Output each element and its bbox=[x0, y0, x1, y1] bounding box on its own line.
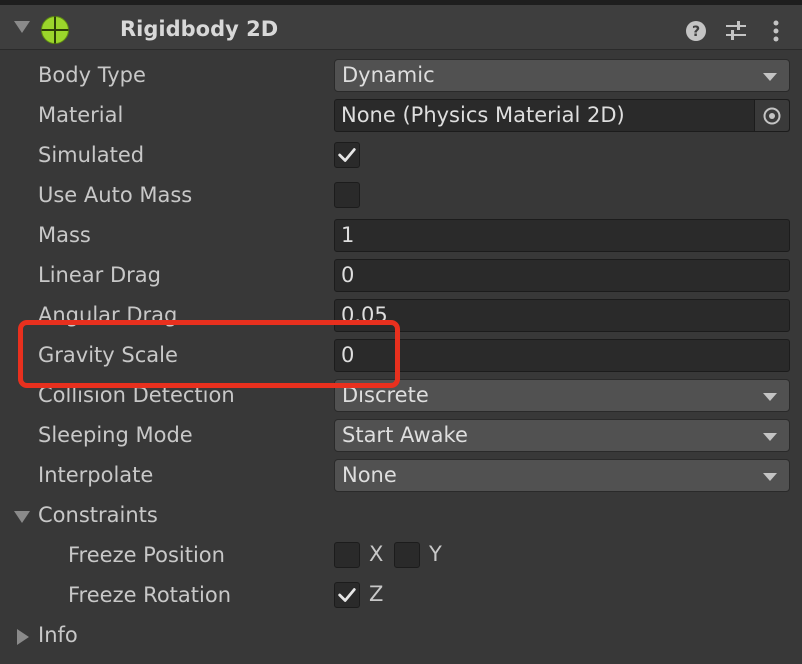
material-label: Material bbox=[38, 103, 124, 127]
object-picker-button[interactable] bbox=[754, 100, 789, 131]
rigidbody2d-icon bbox=[41, 16, 69, 44]
collapse-arrow-icon[interactable] bbox=[14, 21, 30, 33]
mass-label: Mass bbox=[38, 223, 91, 247]
mass-value: 1 bbox=[341, 223, 355, 247]
sleeping-mode-dropdown[interactable]: Start Awake bbox=[334, 419, 790, 452]
constraints-foldout[interactable]: Constraints bbox=[0, 497, 802, 537]
constraints-label: Constraints bbox=[38, 503, 158, 527]
material-value: None (Physics Material 2D) bbox=[341, 103, 625, 127]
property-body-type: Body Type Dynamic bbox=[0, 57, 802, 97]
gravity-scale-value: 0 bbox=[341, 343, 355, 367]
use-auto-mass-checkbox[interactable] bbox=[334, 182, 360, 208]
property-freeze-rotation: Freeze Rotation Z bbox=[0, 577, 802, 617]
property-freeze-position: Freeze Position X Y bbox=[0, 537, 802, 577]
angular-drag-value: 0.05 bbox=[341, 303, 388, 327]
property-sleeping-mode: Sleeping Mode Start Awake bbox=[0, 417, 802, 457]
checkmark-icon bbox=[338, 588, 356, 602]
body-type-value: Dynamic bbox=[342, 63, 435, 87]
freeze-position-label: Freeze Position bbox=[68, 543, 225, 567]
property-angular-drag: Angular Drag 0.05 bbox=[0, 297, 802, 337]
collision-detection-value: Discrete bbox=[342, 383, 429, 407]
component-title: Rigidbody 2D bbox=[120, 17, 279, 41]
interpolate-label: Interpolate bbox=[38, 463, 154, 487]
material-object-field[interactable]: None (Physics Material 2D) bbox=[334, 99, 790, 132]
linear-drag-value: 0 bbox=[341, 263, 355, 287]
foldout-expanded-arrow-icon[interactable] bbox=[14, 511, 30, 523]
property-collision-detection: Collision Detection Discrete bbox=[0, 377, 802, 417]
dropdown-caret-icon bbox=[763, 393, 777, 401]
object-picker-icon bbox=[763, 107, 781, 125]
mass-input[interactable]: 1 bbox=[334, 219, 790, 252]
more-options-icon[interactable] bbox=[764, 19, 788, 43]
dropdown-caret-icon bbox=[763, 73, 777, 81]
freeze-rotation-label: Freeze Rotation bbox=[68, 583, 232, 607]
use-auto-mass-label: Use Auto Mass bbox=[38, 183, 193, 207]
sleeping-mode-value: Start Awake bbox=[342, 423, 468, 447]
simulated-checkbox[interactable] bbox=[334, 142, 360, 168]
info-label: Info bbox=[38, 623, 78, 647]
property-simulated: Simulated bbox=[0, 137, 802, 177]
help-icon[interactable]: ? bbox=[684, 19, 708, 43]
property-material: Material None (Physics Material 2D) bbox=[0, 97, 802, 137]
gravity-scale-label: Gravity Scale bbox=[38, 343, 178, 367]
freeze-position-y-checkbox[interactable] bbox=[394, 542, 420, 568]
freeze-rotation-z-checkbox[interactable] bbox=[334, 582, 360, 608]
linear-drag-label: Linear Drag bbox=[38, 263, 161, 287]
gravity-scale-input[interactable]: 0 bbox=[334, 339, 790, 372]
svg-text:?: ? bbox=[692, 24, 700, 40]
freeze-position-y-label: Y bbox=[429, 542, 442, 566]
foldout-collapsed-arrow-icon[interactable] bbox=[17, 629, 29, 645]
dropdown-caret-icon bbox=[763, 473, 777, 481]
checkmark-icon bbox=[338, 148, 356, 162]
interpolate-value: None bbox=[342, 463, 397, 487]
interpolate-dropdown[interactable]: None bbox=[334, 459, 790, 492]
property-linear-drag: Linear Drag 0 bbox=[0, 257, 802, 297]
property-interpolate: Interpolate None bbox=[0, 457, 802, 497]
body-type-label: Body Type bbox=[38, 63, 146, 87]
info-foldout[interactable]: Info bbox=[0, 617, 802, 657]
freeze-rotation-z-label: Z bbox=[369, 582, 384, 606]
collision-detection-label: Collision Detection bbox=[38, 383, 235, 407]
presets-icon[interactable] bbox=[724, 19, 748, 43]
property-use-auto-mass: Use Auto Mass bbox=[0, 177, 802, 217]
dropdown-caret-icon bbox=[763, 433, 777, 441]
simulated-label: Simulated bbox=[38, 143, 145, 167]
freeze-position-x-checkbox[interactable] bbox=[334, 542, 360, 568]
freeze-position-x-label: X bbox=[369, 542, 384, 566]
collision-detection-dropdown[interactable]: Discrete bbox=[334, 379, 790, 412]
sleeping-mode-label: Sleeping Mode bbox=[38, 423, 193, 447]
property-mass: Mass 1 bbox=[0, 217, 802, 257]
component-header[interactable]: Rigidbody 2D ? bbox=[0, 5, 802, 50]
body-type-dropdown[interactable]: Dynamic bbox=[334, 59, 790, 92]
property-gravity-scale: Gravity Scale 0 bbox=[0, 337, 802, 377]
linear-drag-input[interactable]: 0 bbox=[334, 259, 790, 292]
angular-drag-label: Angular Drag bbox=[38, 303, 178, 327]
angular-drag-input[interactable]: 0.05 bbox=[334, 299, 790, 332]
